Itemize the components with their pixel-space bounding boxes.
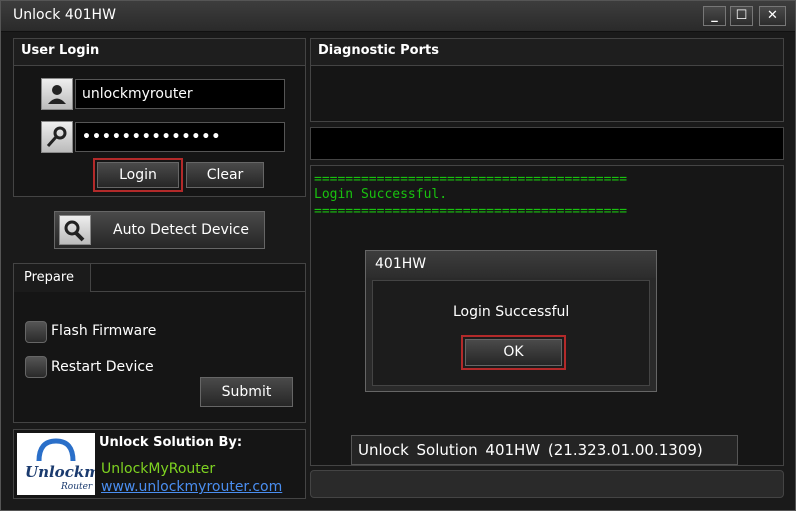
- password-input[interactable]: ••••••••••••••: [75, 122, 285, 152]
- diagnostic-ports-panel: Diagnostic Ports: [310, 38, 784, 122]
- restart-device-label: Restart Device: [51, 359, 154, 375]
- flash-firmware-label: Flash Firmware: [51, 323, 157, 339]
- dialog-titlebar: 401HW: [366, 251, 656, 278]
- diagnostic-ports-heading: Diagnostic Ports: [318, 43, 439, 58]
- dialog-message: Login Successful: [453, 304, 570, 320]
- restart-device-checkbox[interactable]: [25, 356, 47, 378]
- app-window: Unlock 401HW _ ☐ ✕ User Login unlockmyro…: [0, 0, 796, 511]
- magnifier-icon: [59, 215, 91, 245]
- user-login-header: User Login: [14, 39, 305, 66]
- user-login-panel: User Login unlockmyrouter ••••••••••••••…: [13, 38, 306, 197]
- prepare-panel: Prepare Flash Firmware Restart Device Su…: [13, 263, 306, 423]
- website-link[interactable]: www.unlockmyrouter.com: [101, 479, 282, 495]
- clear-button[interactable]: Clear: [186, 162, 264, 188]
- unlockmyrouter-logo: Unlockmy Router: [17, 433, 110, 495]
- tab-strip-line: [90, 291, 305, 292]
- progress-bar: [310, 470, 784, 498]
- flash-firmware-checkbox[interactable]: [25, 321, 47, 343]
- diagnostic-ports-header: Diagnostic Ports: [311, 39, 783, 66]
- company-name: UnlockMyRouter: [101, 461, 216, 477]
- auto-detect-label: Auto Detect Device: [113, 222, 249, 238]
- title-bar: Unlock 401HW _ ☐ ✕: [1, 1, 795, 32]
- close-button[interactable]: ✕: [759, 6, 786, 26]
- tab-prepare[interactable]: Prepare: [14, 264, 91, 292]
- minimize-button[interactable]: _: [703, 6, 726, 26]
- branding-panel: Unlockmy Router Unlock Solution By: Unlo…: [13, 429, 306, 499]
- version-box: Unlock Solution 401HW (21.323.01.00.1309…: [351, 435, 738, 465]
- submit-button[interactable]: Submit: [200, 377, 293, 407]
- username-input[interactable]: unlockmyrouter: [75, 79, 285, 109]
- log-separator-top: ========================================: [314, 172, 628, 187]
- window-title: Unlock 401HW: [13, 7, 116, 23]
- maximize-button[interactable]: ☐: [730, 6, 753, 26]
- status-field: [310, 127, 784, 160]
- ok-button[interactable]: OK: [465, 339, 562, 366]
- version-text: Unlock Solution 401HW (21.323.01.00.1309…: [358, 441, 703, 459]
- dialog-title: 401HW: [375, 256, 427, 272]
- auto-detect-button[interactable]: Auto Detect Device: [54, 211, 265, 249]
- logo-subtext: Router: [60, 482, 93, 492]
- log-panel: ========================================…: [310, 165, 784, 466]
- user-login-heading: User Login: [21, 43, 100, 58]
- login-button[interactable]: Login: [97, 162, 179, 188]
- log-separator-bottom: ========================================: [314, 204, 628, 219]
- user-icon: [41, 78, 73, 110]
- key-icon: [41, 121, 73, 153]
- logo-text: Unlockmy: [25, 463, 95, 481]
- dialog-body: Login Successful OK: [372, 280, 650, 386]
- login-dialog: 401HW Login Successful OK: [365, 250, 657, 392]
- branding-heading: Unlock Solution By:: [99, 435, 243, 450]
- log-message: Login Successful.: [314, 187, 448, 202]
- tab-prepare-label: Prepare: [24, 270, 74, 285]
